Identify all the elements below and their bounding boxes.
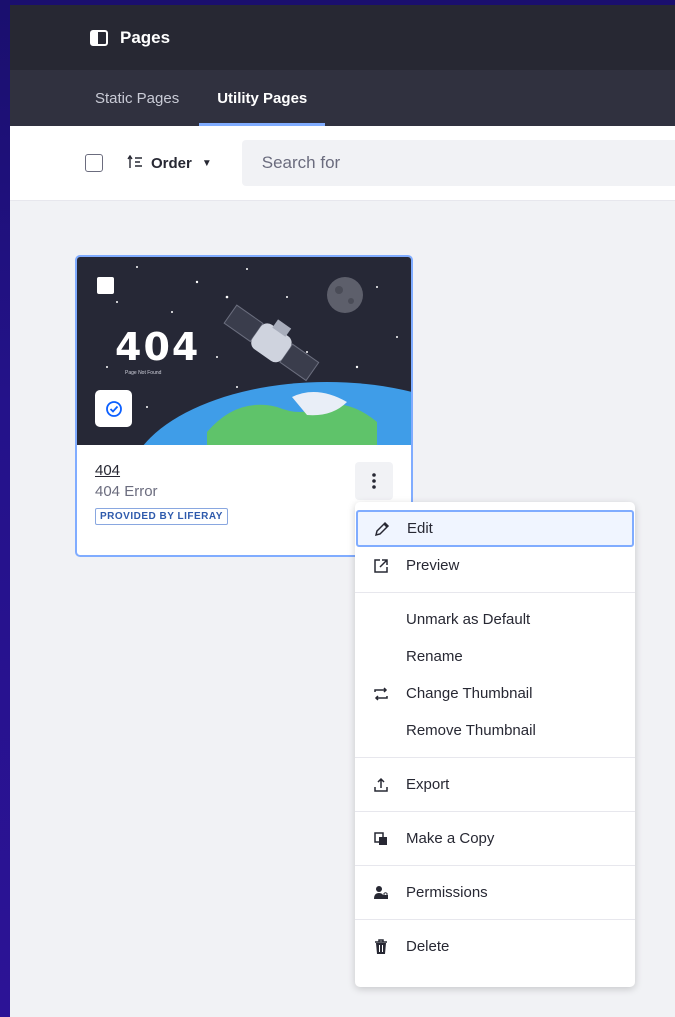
provided-badge: PROVIDED BY LIFERAY [95, 508, 228, 525]
menu-label-preview: Preview [406, 557, 460, 574]
tab-bar: Static Pages Utility Pages [10, 70, 675, 126]
menu-label-make-copy: Make a Copy [406, 830, 495, 847]
menu-label-rename: Rename [406, 648, 463, 665]
card-subtitle: 404 Error [95, 483, 158, 500]
card-checkbox[interactable] [97, 277, 114, 294]
menu-label-remove-thumbnail: Remove Thumbnail [406, 722, 536, 739]
menu-item-permissions[interactable]: Permissions [355, 874, 635, 911]
menu-divider [355, 919, 635, 920]
menu-item-make-copy[interactable]: Make a Copy [355, 820, 635, 857]
card-actions-button[interactable] [355, 462, 393, 500]
app-frame: Pages Static Pages Utility Pages Order ▼… [10, 5, 675, 1017]
menu-divider [355, 592, 635, 593]
menu-divider [355, 811, 635, 812]
thumbnail-404-text: 404 [115, 325, 201, 369]
menu-divider [355, 865, 635, 866]
search-placeholder: Search for [261, 153, 341, 172]
management-toolbar: Order ▼ Search for [10, 126, 675, 201]
page-title: Pages [120, 27, 171, 47]
menu-divider [355, 757, 635, 758]
order-dropdown[interactable]: Order ▼ [127, 154, 212, 172]
menu-label-change-thumbnail: Change Thumbnail [406, 685, 533, 702]
tab-static-pages[interactable]: Static Pages [95, 70, 197, 126]
card-body: 404 404 Error PROVIDED BY LIFERAY [95, 462, 228, 525]
menu-item-change-thumbnail[interactable]: Change Thumbnail [355, 675, 635, 712]
kebab-icon [372, 473, 376, 489]
menu-label-permissions: Permissions [406, 884, 488, 901]
menu-item-delete[interactable]: Delete [355, 928, 635, 965]
menu-item-preview[interactable]: Preview [355, 547, 635, 584]
card-actions-menu: Edit Preview Unmark as Default Rename Ch… [355, 502, 635, 987]
menu-item-export[interactable]: Export [355, 766, 635, 803]
card-thumbnail: 404 Page Not Found [77, 257, 411, 445]
caret-down-icon: ▼ [201, 157, 212, 169]
user-lock-icon [373, 885, 389, 901]
menu-item-rename[interactable]: Rename [355, 638, 635, 675]
tab-utility-pages[interactable]: Utility Pages [199, 70, 326, 126]
trash-icon [373, 938, 389, 955]
menu-item-unmark-default[interactable]: Unmark as Default [355, 601, 635, 638]
external-link-icon [373, 558, 389, 574]
thumbnail-subtitle: Page Not Found [125, 370, 162, 376]
order-label: Order [151, 154, 192, 172]
menu-item-remove-thumbnail[interactable]: Remove Thumbnail [355, 712, 635, 749]
copy-icon [373, 831, 389, 847]
search-input[interactable]: Search for [241, 140, 675, 186]
select-all-checkbox[interactable] [85, 154, 103, 172]
menu-item-edit[interactable]: Edit [356, 510, 634, 547]
menu-label-delete: Delete [406, 938, 450, 955]
menu-label-export: Export [406, 776, 450, 793]
change-arrows-icon [373, 686, 389, 702]
card-title-link[interactable]: 404 [95, 462, 228, 479]
sidebar-panel-icon[interactable] [90, 29, 108, 46]
pencil-icon [374, 521, 390, 537]
default-check-icon [95, 390, 132, 427]
top-bar: Pages [10, 5, 675, 70]
upload-icon [373, 777, 389, 793]
menu-label-edit: Edit [407, 520, 433, 537]
sort-icon [127, 154, 143, 172]
menu-label-unmark-default: Unmark as Default [406, 611, 531, 628]
